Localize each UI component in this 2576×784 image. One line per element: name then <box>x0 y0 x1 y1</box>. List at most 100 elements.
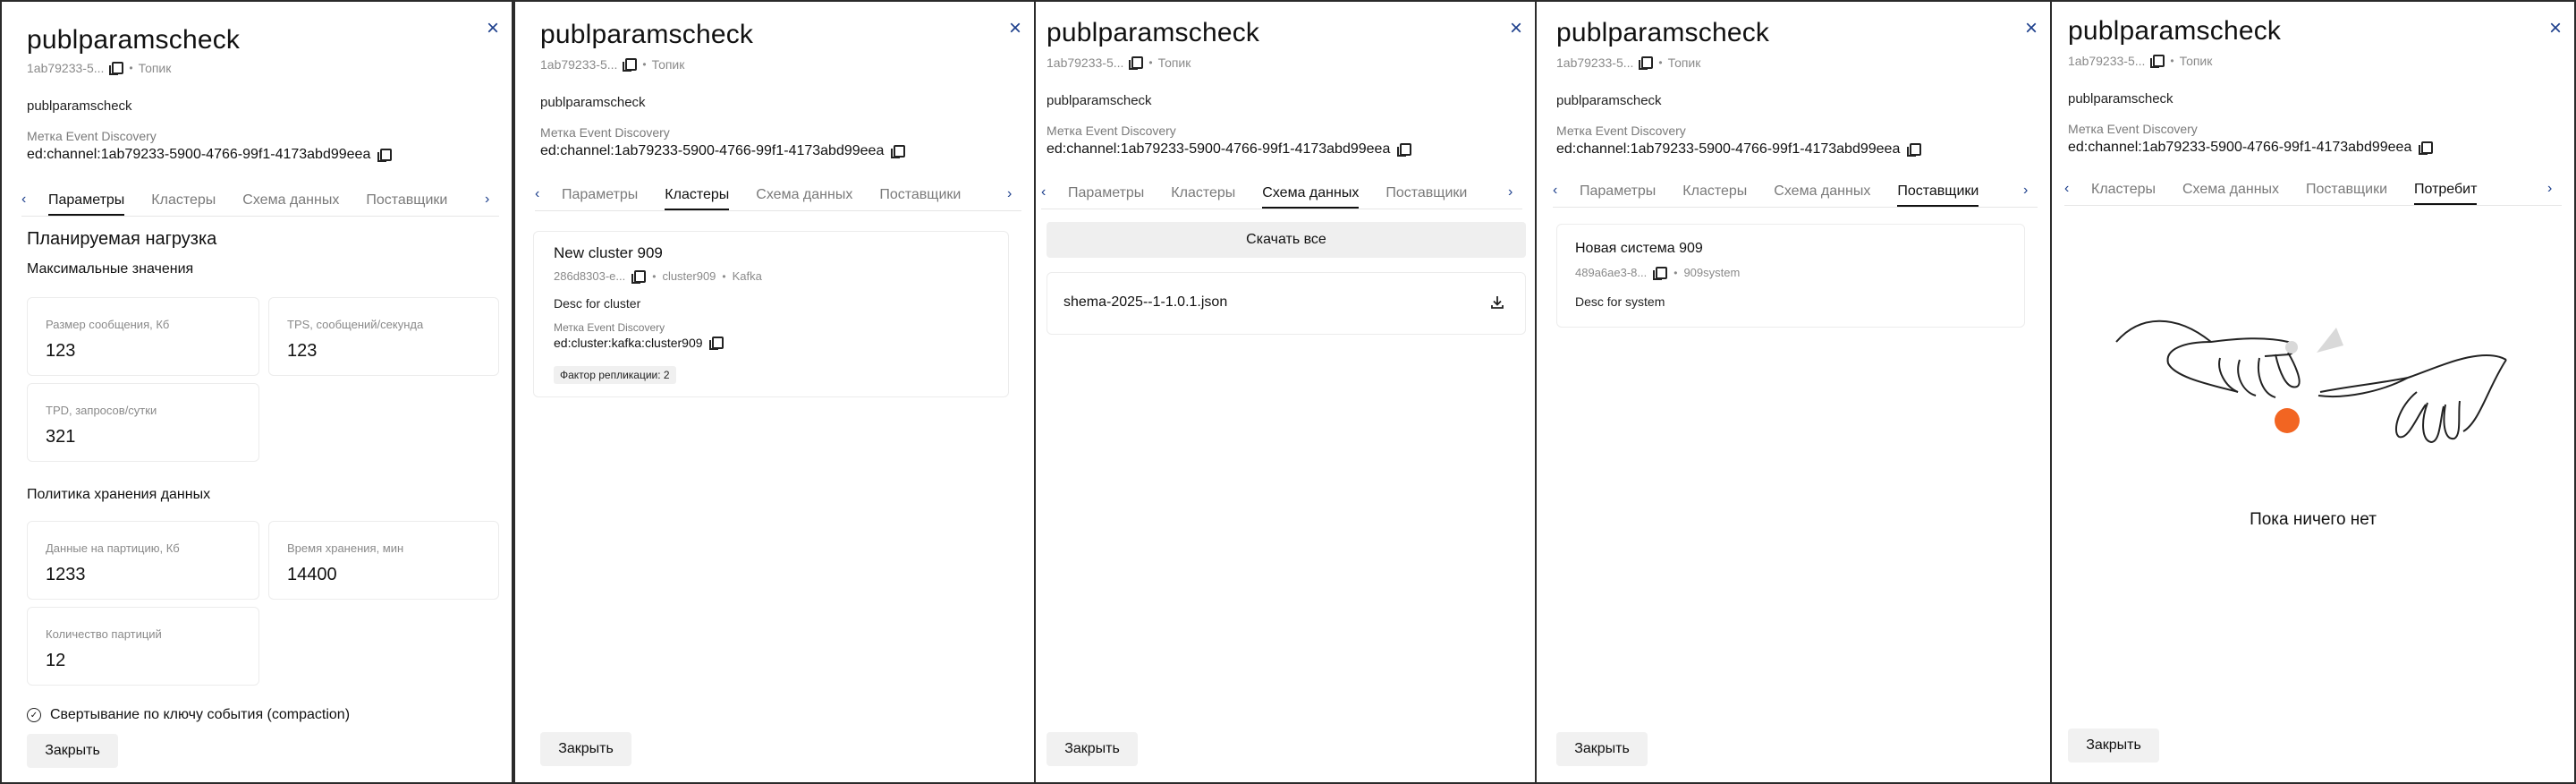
topic-name: publparamscheck <box>540 95 646 110</box>
tpd-value: 321 <box>46 427 76 447</box>
tpd-label: TPD, запросов/сутки <box>46 404 157 417</box>
copy-icon[interactable] <box>891 145 906 158</box>
ed-value: ed:channel:1ab79233-5900-4766-99f1-4173a… <box>1046 141 1391 157</box>
topic-id: 1ab79233-5... <box>2068 54 2146 68</box>
partition-data-card: Данные на партицию, Кб 1233 <box>27 521 259 600</box>
meta-row: 1ab79233-5... • Топик <box>1556 55 1700 70</box>
close-button[interactable]: Закрыть <box>1046 732 1138 766</box>
tab-clusters[interactable]: Кластеры <box>665 187 730 210</box>
tab-schema[interactable]: Схема данных <box>2182 182 2279 205</box>
tab-parameters[interactable]: Параметры <box>1068 185 1144 209</box>
chevron-left-icon[interactable]: ‹ <box>1041 184 1055 200</box>
tab-clusters[interactable]: Кластеры <box>1171 185 1235 209</box>
tab-schema[interactable]: Схема данных <box>242 192 339 216</box>
tab-consumers[interactable]: Потребит <box>2414 182 2478 205</box>
ed-value-row: ed:channel:1ab79233-5900-4766-99f1-4173a… <box>1046 141 1412 158</box>
drawer-parameters: × publparamscheck 1ab79233-5... • Топик … <box>0 0 513 784</box>
tab-suppliers[interactable]: Поставщики <box>1385 185 1467 209</box>
tab-bar: ‹ Параметры Кластеры Схема данных Постав… <box>1041 181 1522 209</box>
partitions-label: Количество партиций <box>46 627 162 641</box>
close-icon[interactable]: × <box>2025 18 2038 39</box>
chevron-left-icon[interactable]: ‹ <box>2064 181 2079 197</box>
drawer-schema: × publparamscheck 1ab79233-5... • Топик … <box>1034 0 1537 784</box>
download-all-button[interactable]: Скачать все <box>1046 222 1526 258</box>
copy-icon[interactable] <box>109 62 124 75</box>
msg-size-card: Размер сообщения, Кб 123 <box>27 297 259 376</box>
topic-name: publparamscheck <box>2068 91 2174 107</box>
entity-type: Топик <box>1157 55 1191 70</box>
copy-icon[interactable] <box>1397 143 1412 157</box>
chevron-right-icon[interactable]: › <box>1007 186 1021 202</box>
tab-suppliers[interactable]: Поставщики <box>879 187 961 210</box>
copy-icon[interactable] <box>1653 266 1668 280</box>
copy-icon[interactable] <box>1129 56 1144 70</box>
tab-parameters[interactable]: Параметры <box>1580 183 1656 207</box>
copy-icon[interactable] <box>1907 143 1922 157</box>
ed-value: ed:channel:1ab79233-5900-4766-99f1-4173a… <box>1556 141 1901 157</box>
ed-label: Метка Event Discovery <box>27 129 157 143</box>
cluster-type: Kafka <box>732 269 762 283</box>
supplier-desc: Desc for system <box>1575 294 1665 309</box>
ed-value: ed:channel:1ab79233-5900-4766-99f1-4173a… <box>2068 140 2412 155</box>
topic-name: publparamscheck <box>27 98 132 114</box>
cluster-card[interactable]: New cluster 909 286d8303-e... • cluster9… <box>533 231 1009 397</box>
chevron-left-icon[interactable]: ‹ <box>1553 183 1567 199</box>
copy-icon[interactable] <box>623 58 638 72</box>
close-icon[interactable]: × <box>1009 18 1021 39</box>
chevron-left-icon[interactable]: ‹ <box>21 192 36 208</box>
tab-suppliers[interactable]: Поставщики <box>2306 182 2387 205</box>
entity-type: Топик <box>138 61 172 75</box>
tab-schema[interactable]: Схема данных <box>756 187 852 210</box>
copy-icon[interactable] <box>2150 55 2165 68</box>
cluster-ed-label: Метка Event Discovery <box>554 321 665 334</box>
tab-schema[interactable]: Схема данных <box>1262 185 1360 209</box>
schema-file-name: shema-2025--1-1.0.1.json <box>1063 294 1228 310</box>
chevron-right-icon[interactable]: › <box>2547 181 2562 197</box>
drawer-clusters: × publparamscheck 1ab79233-5... • Топик … <box>513 0 1036 784</box>
tabs-list: Кластеры Схема данных Поставщики Потреби… <box>2079 182 2547 205</box>
supplier-code: 909system <box>1683 266 1741 279</box>
chevron-right-icon[interactable]: › <box>1508 184 1522 200</box>
retention-heading: Политика хранения данных <box>27 487 211 502</box>
close-button[interactable]: Закрыть <box>540 732 631 766</box>
tabs-list: Параметры Кластеры Схема данных Поставщи… <box>36 192 485 216</box>
close-button[interactable]: Закрыть <box>1556 732 1648 766</box>
supplier-card[interactable]: Новая система 909 489a6ae3-8... • 909sys… <box>1556 224 2025 328</box>
copy-icon[interactable] <box>1639 56 1654 70</box>
copy-icon[interactable] <box>708 337 724 350</box>
download-icon[interactable] <box>1489 294 1505 311</box>
chevron-right-icon[interactable]: › <box>485 192 499 208</box>
tabs-list: Параметры Кластеры Схема данных Поставщи… <box>549 187 1007 210</box>
tab-clusters[interactable]: Кластеры <box>2091 182 2156 205</box>
retention-time-label: Время хранения, мин <box>287 541 404 555</box>
chevron-left-icon[interactable]: ‹ <box>535 186 549 202</box>
copy-icon[interactable] <box>631 269 647 284</box>
orange-dot <box>2275 408 2300 433</box>
drawer-title: publparamscheck <box>540 20 754 49</box>
tab-parameters[interactable]: Параметры <box>562 187 638 210</box>
close-icon[interactable]: × <box>2549 18 2562 39</box>
ed-value-row: ed:channel:1ab79233-5900-4766-99f1-4173a… <box>2068 140 2434 156</box>
close-icon[interactable]: × <box>487 18 499 39</box>
topic-name: publparamscheck <box>1046 93 1152 108</box>
close-button[interactable]: Закрыть <box>2068 729 2159 763</box>
tab-suppliers[interactable]: Поставщики <box>1897 183 1979 207</box>
tab-clusters[interactable]: Кластеры <box>151 192 216 216</box>
close-button[interactable]: Закрыть <box>27 734 118 768</box>
chevron-right-icon[interactable]: › <box>2023 183 2038 199</box>
tab-bar: ‹ Параметры Кластеры Схема данных Постав… <box>21 188 499 217</box>
copy-icon[interactable] <box>2419 141 2434 155</box>
tab-parameters[interactable]: Параметры <box>48 192 125 216</box>
close-icon[interactable]: × <box>1510 18 1522 39</box>
msg-size-label: Размер сообщения, Кб <box>46 318 170 331</box>
tab-suppliers[interactable]: Поставщики <box>366 192 447 216</box>
screenshot-canvas: × publparamscheck 1ab79233-5... • Топик … <box>0 0 2576 784</box>
copy-icon[interactable] <box>377 149 393 162</box>
cluster-name: New cluster 909 <box>554 244 663 261</box>
tab-schema[interactable]: Схема данных <box>1774 183 1870 207</box>
tps-card: TPS, сообщений/секунда 123 <box>268 297 499 376</box>
ed-label: Метка Event Discovery <box>2068 122 2198 136</box>
tab-clusters[interactable]: Кластеры <box>1682 183 1747 207</box>
replication-badge: Фактор репликации: 2 <box>554 366 676 384</box>
topic-name: publparamscheck <box>1556 93 1662 108</box>
